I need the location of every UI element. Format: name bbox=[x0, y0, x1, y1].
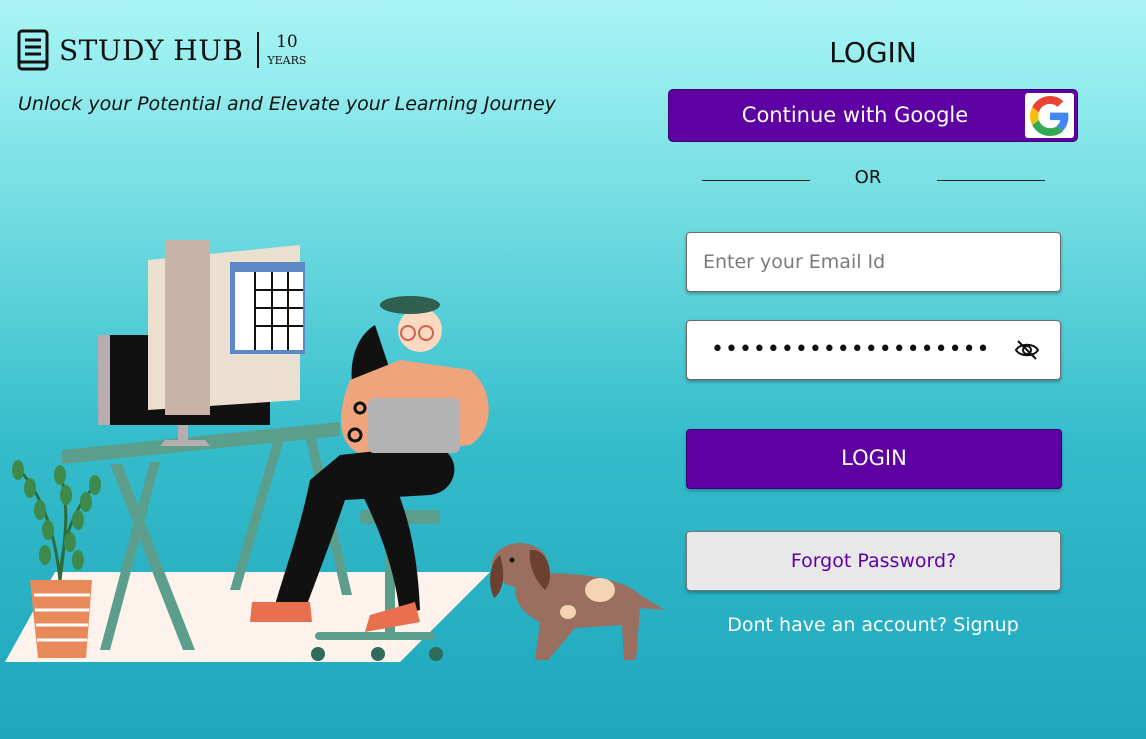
forgot-password-button[interactable]: Forgot Password? bbox=[686, 531, 1061, 591]
signup-link[interactable]: Dont have an account? Signup bbox=[700, 614, 1046, 636]
login-button[interactable]: LOGIN bbox=[686, 429, 1062, 489]
brand-name: STUDY HUB bbox=[59, 33, 244, 67]
google-icon bbox=[1025, 93, 1074, 138]
or-text: OR bbox=[854, 167, 882, 188]
study-illustration bbox=[5, 240, 665, 662]
tagline: Unlock your Potential and Elevate your L… bbox=[18, 93, 556, 115]
dog bbox=[490, 543, 665, 660]
google-button-label: Continue with Google bbox=[741, 103, 969, 127]
continue-with-google-button[interactable]: Continue with Google bbox=[668, 89, 1078, 142]
email-input[interactable] bbox=[687, 233, 1060, 291]
email-field-container bbox=[686, 232, 1061, 292]
password-field-container: •••••••••••••••••••• bbox=[686, 320, 1061, 380]
brand-years-word: YEARS bbox=[267, 54, 307, 67]
brand-logo: STUDY HUB 10 YEARS bbox=[17, 29, 306, 71]
brand-divider bbox=[257, 32, 260, 68]
or-line-right bbox=[937, 180, 1045, 181]
eye-off-icon[interactable] bbox=[1014, 339, 1040, 361]
floating-panels bbox=[148, 240, 305, 415]
login-title: LOGIN bbox=[829, 36, 917, 69]
brand-years-number: 10 bbox=[276, 32, 298, 52]
or-divider: OR bbox=[702, 167, 1045, 191]
book-icon bbox=[17, 29, 49, 71]
password-input[interactable]: •••••••••••••••••••• bbox=[711, 337, 991, 362]
brand-years: 10 YEARS bbox=[267, 32, 307, 67]
